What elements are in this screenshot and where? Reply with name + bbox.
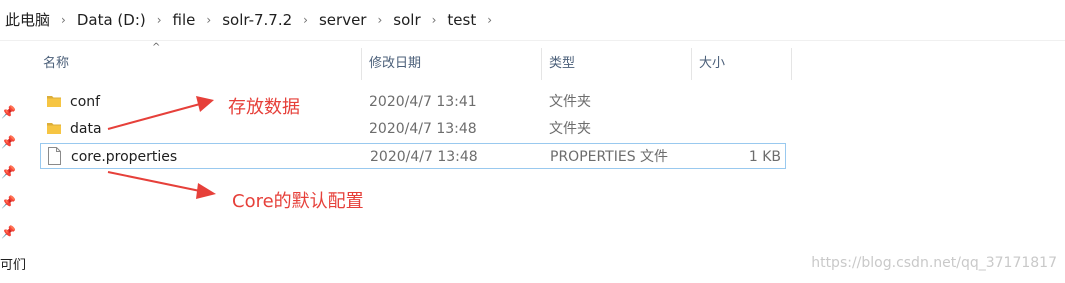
watermark: https://blog.csdn.net/qq_37171817: [811, 255, 1057, 271]
folder-icon: [47, 123, 61, 134]
annotation-data-storage: 存放数据: [228, 97, 300, 118]
pin-icon[interactable]: 📌: [1, 225, 16, 239]
file-type: 文件夹: [549, 94, 591, 110]
navigation-pane: 📌 📌 📌 📌 📌: [0, 41, 22, 283]
pin-icon[interactable]: 📌: [1, 105, 16, 119]
file-icon: [48, 147, 61, 165]
pin-icon[interactable]: 📌: [1, 195, 16, 209]
chevron-right-icon[interactable]: ›: [478, 0, 501, 40]
breadcrumb-this-pc[interactable]: 此电脑: [0, 0, 52, 40]
file-name: conf: [70, 94, 101, 110]
file-type: PROPERTIES 文件: [550, 149, 669, 165]
column-divider[interactable]: [361, 48, 362, 80]
chevron-right-icon[interactable]: ›: [368, 0, 391, 40]
breadcrumb-drive[interactable]: Data (D:): [75, 0, 148, 40]
column-divider[interactable]: [791, 48, 792, 80]
file-row-data[interactable]: data 2020/4/7 13:48 文件夹: [40, 116, 786, 142]
file-date: 2020/4/7 13:48: [369, 121, 477, 137]
breadcrumb: 此电脑 › Data (D:) › file › solr-7.7.2 › se…: [0, 0, 1065, 41]
column-header-name[interactable]: 名称: [40, 48, 361, 80]
file-date: 2020/4/7 13:41: [369, 94, 477, 110]
file-type: 文件夹: [549, 121, 591, 137]
file-name: data: [70, 121, 102, 137]
breadcrumb-solr[interactable]: solr: [391, 0, 422, 40]
breadcrumb-solr-version[interactable]: solr-7.7.2: [220, 0, 294, 40]
annotation-core-default-config: Core的默认配置: [232, 191, 364, 212]
chevron-right-icon[interactable]: ›: [197, 0, 220, 40]
pin-icon[interactable]: 📌: [1, 135, 16, 149]
pin-icon[interactable]: 📌: [1, 165, 16, 179]
nav-item-partial-label[interactable]: 可们: [0, 254, 26, 273]
column-divider[interactable]: [541, 48, 542, 80]
breadcrumb-server[interactable]: server: [317, 0, 368, 40]
file-row-conf[interactable]: conf 2020/4/7 13:41 文件夹: [40, 89, 786, 115]
column-header-row: 名称 修改日期 类型 大小: [40, 48, 792, 80]
chevron-right-icon[interactable]: ›: [52, 0, 75, 40]
breadcrumb-file[interactable]: file: [171, 0, 198, 40]
file-row-core-properties[interactable]: core.properties 2020/4/7 13:48 PROPERTIE…: [40, 143, 786, 169]
folder-icon: [47, 96, 61, 107]
arrow-to-core-note: [107, 171, 201, 192]
file-date: 2020/4/7 13:48: [370, 149, 478, 165]
breadcrumb-test[interactable]: test: [445, 0, 478, 40]
column-divider[interactable]: [691, 48, 692, 80]
column-header-size[interactable]: 大小: [696, 48, 791, 80]
chevron-right-icon[interactable]: ›: [294, 0, 317, 40]
column-header-type[interactable]: 类型: [546, 48, 691, 80]
file-size: 1 KB: [748, 149, 781, 165]
chevron-right-icon[interactable]: ›: [423, 0, 446, 40]
chevron-right-icon[interactable]: ›: [148, 0, 171, 40]
column-header-date[interactable]: 修改日期: [366, 48, 541, 80]
arrow-head-icon: [196, 183, 216, 199]
file-name: core.properties: [71, 149, 178, 165]
